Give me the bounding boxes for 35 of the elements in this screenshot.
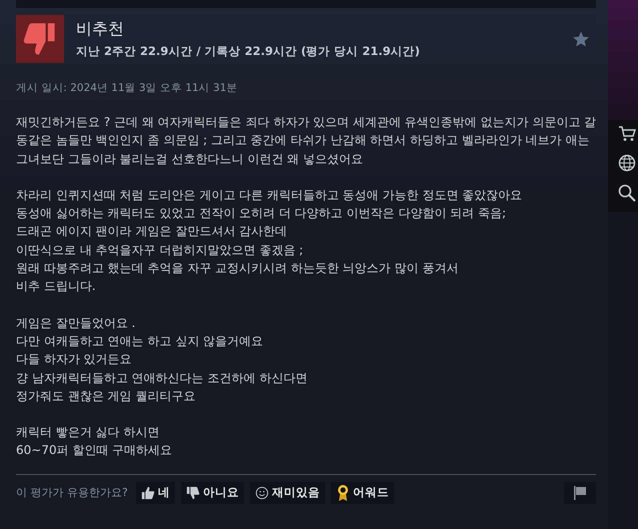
review-text-line: 걍 남자캐릭터들하고 연애하신다는 조건하에 하신다면 <box>16 370 308 387</box>
review-text-line: 원래 따봉주려고 했는데 추억을 자꾸 교정시키시려 하는듯한 늬앙스가 많이 풍겨서 <box>16 260 460 278</box>
review-text-line: 비추 드립니다. <box>16 278 97 296</box>
yes-button[interactable]: 네 <box>136 482 175 504</box>
review-text-line: 게임은 잘만들었어요 . <box>16 314 136 332</box>
report-button[interactable] <box>564 482 596 504</box>
review-text-line: 재밋긴하거든요 ? 근데 왜 여자캐릭터들은 죄다 하자가 있으며 세계관에 유색인종밖에 없는지가 의문이고 갈 <box>16 114 598 131</box>
review-text-line: 다만 여캐들하고 연애는 하고 싶지 않을거예요 <box>16 332 264 350</box>
posted-date: 게시 일시: 2024년 11월 3일 오후 11시 31분 <box>16 81 238 95</box>
review-text-line: 드래곤 에이지 팬이라 게임은 잘만드셔서 감사한데 <box>16 223 288 240</box>
review-text-line: 동같은 놈들만 백인인지 좀 의문임 ; 그리고 중간에 타쉬가 난감해 하면서 하딩하고 벨라라인가 네브가 애는 <box>16 132 590 150</box>
review-text-line: 동성애 싫어하는 캐릭터도 있었고 전작이 오히려 더 다양하고 이번작은 다양함이 되려 죽음; <box>16 205 508 222</box>
playtime-text: 지난 2주간 22.9시간 / 기록상 22.9시간 (평가 당시 21.9시간) <box>76 44 421 59</box>
no-button[interactable]: 아니요 <box>180 482 244 504</box>
thumbs-up-icon <box>140 486 155 500</box>
cart-icon[interactable] <box>618 126 636 142</box>
flag-icon <box>572 486 588 500</box>
award-button[interactable]: 어워드 <box>330 482 394 504</box>
review-text-line: 그녀보단 그들이라 불리는걸 선호한다느니 이런건 왜 넣으셨어요 <box>16 150 364 168</box>
smiley-icon <box>254 486 269 500</box>
helpful-question: 이 평가가 유용한가요? <box>16 485 128 500</box>
star-icon[interactable] <box>572 30 590 48</box>
review-text-line: 다들 하자가 있거든요 <box>16 351 133 368</box>
medal-icon <box>336 484 350 502</box>
funny-button[interactable]: 재미있음 <box>250 482 325 504</box>
verdict-title: 비추천 <box>76 19 125 40</box>
search-icon[interactable] <box>618 184 636 202</box>
review-text-line: 이딴식으로 내 추억을자꾸 더럽히지말았으면 좋겠음 ; <box>16 242 304 259</box>
review-text-line: 정가줘도 괜찮은 게임 퀄리티구요 <box>16 388 196 405</box>
thumbs-down-icon <box>16 15 64 63</box>
thumbs-down-icon <box>186 486 200 500</box>
review-text-line: 차라리 인퀴지션때 처럼 도리안은 게이고 다른 캐릭터들하고 동성애 가능한 정도면 좋았잖아요 <box>16 186 524 204</box>
review-text-line: 캐릭터 빻은거 싫다 하시면 <box>16 424 160 442</box>
review-text-line: 60~70퍼 할인때 구매하세요 <box>16 442 174 460</box>
globe-icon[interactable] <box>618 154 636 172</box>
